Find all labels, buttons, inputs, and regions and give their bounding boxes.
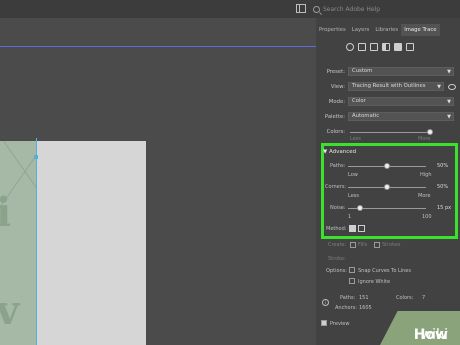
options-label: Options:	[326, 268, 347, 274]
info-icon: i	[322, 299, 329, 306]
outline-icon[interactable]	[406, 43, 414, 51]
low-color-icon[interactable]	[370, 43, 378, 51]
corners-more-label: More	[418, 193, 431, 199]
corners-label: Corners:	[325, 184, 347, 190]
preset-select[interactable]: Custom ▼	[348, 67, 454, 76]
strokes-label: Strokes	[382, 242, 401, 248]
mode-label: Mode:	[328, 98, 345, 105]
selection-handle[interactable]	[34, 155, 38, 159]
tab-libraries[interactable]: Libraries	[372, 24, 401, 36]
chevron-down-icon: ▼	[437, 84, 441, 90]
selection-bounds	[36, 138, 37, 345]
grayscale-icon[interactable]	[382, 43, 390, 51]
palette-label: Palette:	[324, 113, 345, 120]
panel-tabs: Properties Layers Libraries Image Trace	[316, 24, 460, 36]
paths-value[interactable]: 50%	[437, 163, 448, 169]
tab-properties[interactable]: Properties	[316, 24, 349, 36]
noise-max-label: 100	[422, 214, 432, 220]
wikihow-how: How	[413, 327, 448, 343]
search-field[interactable]: Search Adobe Help	[313, 3, 460, 15]
abutting-method-icon[interactable]	[349, 225, 356, 232]
stats-anchors-label: Anchors:	[335, 305, 357, 311]
stats-colors-label: Colors:	[396, 295, 414, 301]
tab-image-trace[interactable]: Image Trace	[401, 24, 440, 36]
colors-slider-knob[interactable]	[427, 129, 433, 135]
palette-value: Automatic	[352, 113, 380, 119]
tab-layers[interactable]: Layers	[349, 24, 373, 36]
mode-row: Mode: Color ▼	[316, 96, 460, 107]
create-label: Create:	[328, 242, 347, 248]
stats-paths-value: 151	[359, 295, 369, 301]
mode-value: Color	[352, 98, 366, 104]
noise-value[interactable]: 15 px	[437, 205, 451, 211]
view-label: View:	[330, 83, 345, 90]
advanced-highlight	[321, 143, 458, 239]
traced-letter: i	[0, 189, 12, 236]
advanced-toggle[interactable]: ▼ Advanced	[323, 149, 356, 155]
corners-less-label: Less	[348, 193, 359, 199]
traced-letter: v	[0, 287, 20, 334]
chevron-down-icon: ▼	[447, 114, 451, 120]
paths-low-label: Low	[348, 172, 358, 178]
colors-less-label: Less	[350, 136, 361, 142]
advanced-title: Advanced	[328, 149, 357, 155]
fills-checkbox[interactable]	[350, 242, 356, 248]
stats-paths-label: Paths:	[340, 295, 356, 301]
corners-value[interactable]: 50%	[437, 184, 448, 190]
mode-select[interactable]: Color ▼	[348, 97, 454, 106]
view-value: Tracing Result with Outlines	[352, 83, 426, 89]
strokes-checkbox[interactable]	[374, 242, 380, 248]
overlapping-method-icon[interactable]	[358, 225, 365, 232]
traced-image[interactable]: i v	[0, 141, 36, 345]
preset-row: Preset: Custom ▼	[316, 66, 460, 77]
paths-label: Paths:	[330, 163, 346, 169]
preset-value: Custom	[352, 68, 373, 74]
noise-label: Noise:	[330, 205, 346, 211]
artboard[interactable]: i v	[0, 141, 146, 345]
palette-row: Palette: Automatic ▼	[316, 111, 460, 122]
colors-label: Colors:	[326, 128, 345, 135]
preset-icons	[346, 43, 414, 51]
palette-select[interactable]: Automatic ▼	[348, 112, 454, 121]
arrange-panels-icon[interactable]	[296, 4, 306, 13]
colors-slider-track[interactable]	[350, 132, 430, 133]
colors-more-label: More	[418, 136, 431, 142]
noise-min-label: 1	[348, 214, 352, 220]
method-label: Method:	[326, 226, 347, 232]
preview-label: Preview	[330, 321, 350, 327]
ignore-white-checkbox[interactable]	[349, 278, 355, 284]
artboard-edge	[0, 46, 316, 47]
black-and-white-icon[interactable]	[394, 43, 402, 51]
snap-curves-checkbox[interactable]	[349, 267, 355, 273]
triangle-down-icon: ▼	[323, 149, 328, 155]
top-bar: Search Adobe Help	[0, 0, 460, 18]
search-icon	[313, 5, 320, 13]
image-trace-panel: Properties Layers Libraries Image Trace …	[316, 18, 460, 345]
stroke-label: Stroke:	[328, 256, 346, 262]
auto-color-icon[interactable]	[346, 43, 354, 51]
chevron-down-icon: ▼	[447, 69, 451, 75]
chevron-down-icon: ▼	[447, 99, 451, 105]
paths-high-label: High	[420, 172, 432, 178]
high-color-icon[interactable]	[358, 43, 366, 51]
preset-label: Preset:	[326, 68, 345, 75]
document-canvas[interactable]: i v	[0, 18, 316, 345]
paths-slider-knob[interactable]	[384, 163, 390, 169]
stats-colors-value: 7	[422, 295, 426, 301]
noise-slider-knob[interactable]	[356, 205, 363, 211]
search-placeholder: Search Adobe Help	[323, 5, 381, 13]
eye-icon[interactable]	[448, 83, 456, 90]
corners-slider-knob[interactable]	[384, 184, 390, 190]
stats-anchors-value: 1605	[359, 305, 372, 311]
ignore-white-label: Ignore White	[358, 279, 391, 285]
snap-curves-label: Snap Curves To Lines	[358, 268, 411, 274]
preview-checkbox[interactable]	[321, 320, 327, 326]
fills-label: Fills	[358, 242, 368, 248]
view-row: View: Tracing Result with Outlines ▼	[316, 81, 460, 92]
view-select[interactable]: Tracing Result with Outlines ▼	[348, 82, 444, 91]
